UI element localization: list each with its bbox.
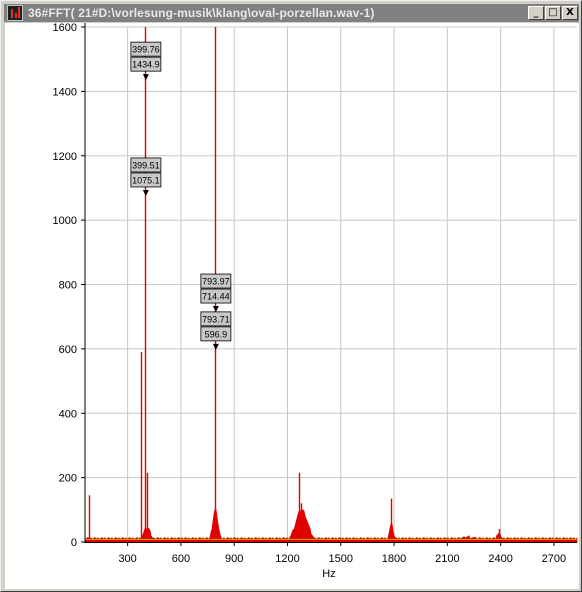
x-tick-label: 300 [118,553,136,565]
y-tick-label: 400 [59,408,77,420]
x-tick-label: 2700 [542,553,566,565]
fft-window: 36#FFT( 21#D:\vorlesung-musik\klang\oval… [0,0,582,592]
marker-freq-label: 399.76 [132,45,160,55]
marker-freq-label: 399.51 [132,160,160,170]
fft-plot-area[interactable]: 0 200 400 600 800 1000 1200 1400 1600 300 600 900 12… [5,23,579,589]
spectrum-area [84,509,578,543]
marker-amp-label: 1434.9 [132,60,160,70]
marker-amp-label: 714.44 [202,292,230,302]
x-tick-label: 600 [172,553,190,565]
y-tick-label: 1600 [53,23,77,34]
title-bar[interactable]: 36#FFT( 21#D:\vorlesung-musik\klang\oval… [4,4,579,22]
x-tick-label: 2100 [435,553,459,565]
x-axis-label: Hz [322,568,335,580]
y-tick-label: 1000 [53,215,77,227]
window-title: 36#FFT( 21#D:\vorlesung-musik\klang\oval… [28,6,375,20]
marker-arrow [142,189,149,196]
app-icon[interactable] [7,5,23,21]
y-tick-label: 200 [59,473,77,485]
marker-amp-label: 596.9 [205,329,228,339]
maximize-button[interactable]: □ [545,6,561,20]
marker-freq-label: 793.71 [202,314,230,324]
marker-arrow [212,306,219,313]
fft-chart[interactable]: 0 200 400 600 800 1000 1200 1400 1600 300 600 900 12… [5,23,579,589]
x-tick-label: 1800 [382,553,406,565]
y-tick-label: 1400 [53,86,77,98]
marker-amp-label: 1075.1 [132,175,160,185]
y-tick-label: 600 [59,344,77,356]
marker-freq-label: 793.97 [202,277,230,287]
y-tick-label: 800 [59,280,77,292]
marker-arrow [142,74,149,81]
x-tick-label: 900 [225,553,243,565]
minimize-button[interactable]: _ [528,6,544,20]
x-tick-label: 1200 [275,553,299,565]
y-tick-label: 0 [71,537,77,549]
x-tick-label: 2400 [488,553,512,565]
y-tick-label: 1200 [53,151,77,163]
close-button[interactable]: X [562,6,578,20]
x-tick-label: 1500 [329,553,353,565]
